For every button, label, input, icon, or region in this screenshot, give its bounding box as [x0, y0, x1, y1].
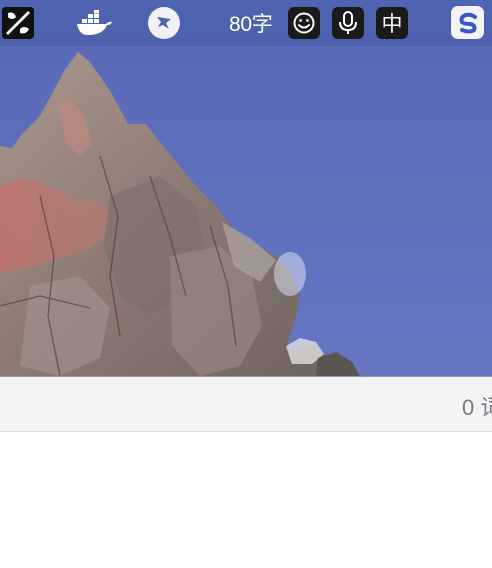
- app-icon[interactable]: [2, 7, 34, 39]
- editor-content-area[interactable]: [0, 433, 492, 568]
- word-count: 0 词: [462, 395, 492, 420]
- header-image: [0, 46, 492, 376]
- lark-icon[interactable]: [148, 6, 180, 40]
- input-method-toggle[interactable]: 中: [376, 7, 408, 39]
- sogou-s-icon[interactable]: [451, 6, 484, 39]
- microphone-icon[interactable]: [332, 7, 364, 39]
- smiley-face-icon[interactable]: [288, 7, 320, 39]
- docker-icon[interactable]: [76, 6, 114, 40]
- macos-menubar: 80字 中: [0, 0, 492, 46]
- editor-status-bar: 0 词: [0, 376, 492, 432]
- character-count: 80字: [229, 13, 273, 36]
